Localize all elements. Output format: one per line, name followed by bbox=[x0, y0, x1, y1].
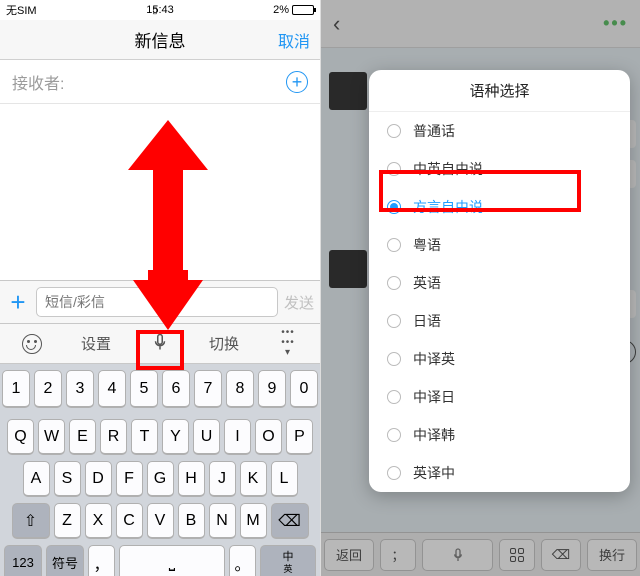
key-H[interactable]: H bbox=[178, 461, 205, 497]
key-4[interactable]: 4 bbox=[98, 370, 126, 408]
add-recipient-icon[interactable]: + bbox=[286, 71, 308, 93]
emoji-button[interactable] bbox=[0, 334, 64, 354]
key-Z[interactable]: Z bbox=[54, 503, 81, 539]
key-P[interactable]: P bbox=[286, 419, 313, 455]
switch-button[interactable]: 切换 bbox=[192, 333, 256, 354]
cancel-button[interactable]: 取消 bbox=[278, 28, 310, 52]
radio-icon bbox=[387, 352, 401, 366]
keyboard-toolbar: 设置 切换 ••••••▾ bbox=[0, 324, 320, 364]
space-key[interactable]: ⎵ bbox=[119, 545, 225, 576]
key-U[interactable]: U bbox=[193, 419, 220, 455]
key-J[interactable]: J bbox=[209, 461, 236, 497]
key-S[interactable]: S bbox=[54, 461, 81, 497]
attach-plus-icon[interactable]: + bbox=[6, 287, 30, 318]
recipient-label: 接收者: bbox=[12, 70, 286, 94]
key-B[interactable]: B bbox=[178, 503, 205, 539]
key-D[interactable]: D bbox=[85, 461, 112, 497]
key-K[interactable]: K bbox=[240, 461, 267, 497]
highlight-mic bbox=[136, 330, 184, 370]
backspace-key[interactable]: ⌫ bbox=[271, 503, 309, 539]
key-E[interactable]: E bbox=[69, 419, 96, 455]
language-select-popup: 语种选择 普通话中英自由说方言自由说粤语英语日语中译英中译日中译韩英译中日译中 bbox=[369, 70, 630, 492]
nav-bar: 新信息 取消 bbox=[0, 20, 320, 60]
language-option[interactable]: 日语 bbox=[369, 302, 630, 340]
key-F[interactable]: F bbox=[116, 461, 143, 497]
key-R[interactable]: R bbox=[100, 419, 127, 455]
radio-icon bbox=[387, 466, 401, 480]
language-option[interactable]: 英语 bbox=[369, 264, 630, 302]
page-title: 新信息 bbox=[135, 27, 186, 52]
key-Q[interactable]: Q bbox=[7, 419, 34, 455]
key-A[interactable]: A bbox=[23, 461, 50, 497]
left-phone: 无SIM ▯ 15:43 2% 新信息 取消 接收者: + + 发送 设置 切换… bbox=[0, 0, 320, 576]
message-input[interactable] bbox=[36, 287, 278, 317]
key-O[interactable]: O bbox=[255, 419, 282, 455]
key-I[interactable]: I bbox=[224, 419, 251, 455]
radio-icon bbox=[387, 276, 401, 290]
symbol-key[interactable]: 符号 bbox=[46, 545, 84, 576]
number-row: 1234567890 bbox=[0, 364, 320, 414]
popup-title: 语种选择 bbox=[369, 70, 630, 111]
key-G[interactable]: G bbox=[147, 461, 174, 497]
language-option[interactable]: 中译英 bbox=[369, 340, 630, 378]
key-L[interactable]: L bbox=[271, 461, 298, 497]
key-C[interactable]: C bbox=[116, 503, 143, 539]
radio-icon bbox=[387, 428, 401, 442]
key-X[interactable]: X bbox=[85, 503, 112, 539]
key-5[interactable]: 5 bbox=[130, 370, 158, 408]
conversation-area bbox=[0, 104, 320, 280]
language-option[interactable]: 普通话 bbox=[369, 112, 630, 150]
key-Y[interactable]: Y bbox=[162, 419, 189, 455]
key-9[interactable]: 9 bbox=[258, 370, 286, 408]
key-7[interactable]: 7 bbox=[194, 370, 222, 408]
language-label: 中译韩 bbox=[413, 425, 455, 445]
comma-key[interactable]: ， bbox=[88, 545, 115, 576]
more-keyboard-button[interactable]: ••••••▾ bbox=[256, 328, 320, 359]
message-input-bar: + 发送 bbox=[0, 280, 320, 324]
key-0[interactable]: 0 bbox=[290, 370, 318, 408]
language-label: 英译中 bbox=[413, 463, 455, 483]
lang-switch-key[interactable]: 中英 bbox=[260, 545, 316, 576]
language-label: 粤语 bbox=[413, 235, 441, 255]
right-phone: ‹ ••• » 返回 ； ⌫ 换行 语种选择 普通话中英自由说方言自由说粤语英语… bbox=[320, 0, 640, 576]
shift-key[interactable]: ⇧ bbox=[12, 503, 50, 539]
period-key[interactable]: 。 bbox=[229, 545, 256, 576]
highlight-selected-language bbox=[379, 170, 581, 212]
language-option[interactable]: 英译中 bbox=[369, 454, 630, 492]
key-8[interactable]: 8 bbox=[226, 370, 254, 408]
recipient-row[interactable]: 接收者: + bbox=[0, 60, 320, 104]
radio-icon bbox=[387, 314, 401, 328]
radio-icon bbox=[387, 390, 401, 404]
send-button[interactable]: 发送 bbox=[284, 292, 314, 313]
key-6[interactable]: 6 bbox=[162, 370, 190, 408]
language-label: 日语 bbox=[413, 311, 441, 331]
key-T[interactable]: T bbox=[131, 419, 158, 455]
battery-icon bbox=[292, 5, 314, 15]
language-label: 中译英 bbox=[413, 349, 455, 369]
key-V[interactable]: V bbox=[147, 503, 174, 539]
language-option[interactable]: 中译韩 bbox=[369, 416, 630, 454]
status-time: 15:43 bbox=[0, 4, 320, 16]
language-option[interactable]: 中译日 bbox=[369, 378, 630, 416]
grid-icon: ••••••▾ bbox=[279, 328, 297, 358]
language-label: 中译日 bbox=[413, 387, 455, 407]
status-bar: 无SIM ▯ 15:43 2% bbox=[0, 0, 320, 20]
key-N[interactable]: N bbox=[209, 503, 236, 539]
language-list[interactable]: 普通话中英自由说方言自由说粤语英语日语中译英中译日中译韩英译中日译中 bbox=[369, 111, 630, 492]
language-label: 普通话 bbox=[413, 121, 455, 141]
key-M[interactable]: M bbox=[240, 503, 267, 539]
key-3[interactable]: 3 bbox=[66, 370, 94, 408]
key-1[interactable]: 1 bbox=[2, 370, 30, 408]
radio-icon bbox=[387, 238, 401, 252]
language-option[interactable]: 粤语 bbox=[369, 226, 630, 264]
numlock-key[interactable]: 123 bbox=[4, 545, 42, 576]
qwerty-keyboard: QWERTYUIOP ASDFGHJKL ⇧ ZXCVBNM ⌫ 123 符号 … bbox=[0, 414, 320, 576]
settings-button[interactable]: 设置 bbox=[64, 333, 128, 354]
radio-icon bbox=[387, 124, 401, 138]
key-W[interactable]: W bbox=[38, 419, 65, 455]
smiley-icon bbox=[22, 334, 42, 354]
voice-input-button[interactable] bbox=[128, 331, 192, 357]
key-2[interactable]: 2 bbox=[34, 370, 62, 408]
language-label: 英语 bbox=[413, 273, 441, 293]
